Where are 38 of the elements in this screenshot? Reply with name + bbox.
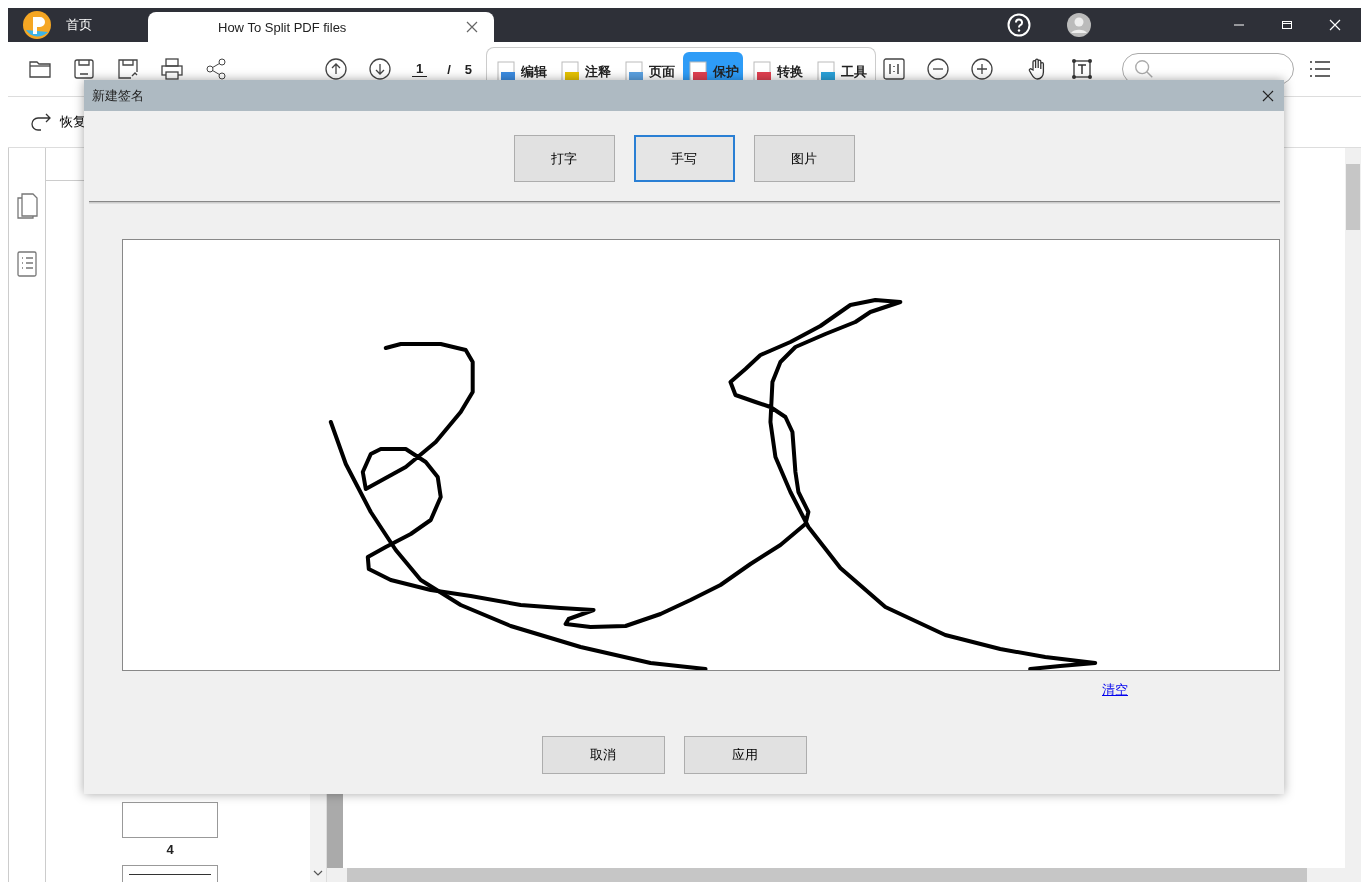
zoom-in-icon[interactable] [970,57,995,81]
page-number-label: 4 [166,842,174,857]
chevron-down-icon[interactable] [313,870,323,876]
text-select-icon[interactable] [1070,57,1095,81]
user-avatar-icon[interactable] [1067,13,1091,37]
app-logo-icon [22,10,52,40]
cancel-button[interactable]: 取消 [541,736,665,774]
arrow-down-icon[interactable] [368,57,392,81]
page-number-field[interactable]: 1 [412,61,428,77]
zoom-out-icon[interactable] [926,57,951,81]
fit-page-icon[interactable] [882,57,907,81]
document-tab[interactable]: How To Split PDF files [148,12,494,42]
total-pages: 5 [464,61,473,77]
page-thumbnail[interactable] [122,865,218,882]
page-separator: / [447,61,451,77]
scrollbar[interactable] [327,868,1361,882]
print-icon[interactable] [160,57,184,81]
page-thumbnail[interactable] [122,802,218,838]
clear-link[interactable]: 清空 [1102,681,1128,699]
scrollbar[interactable] [1345,148,1361,868]
arrow-up-icon[interactable] [324,57,348,81]
help-icon[interactable] [1007,13,1031,37]
mode-tab[interactable]: 图片 [753,135,855,182]
mode-tab[interactable]: 手写 [633,135,735,182]
close-icon[interactable] [1262,89,1274,102]
dialog-title: 新建签名 [92,86,144,105]
redo-button[interactable]: 恢复 [28,108,88,136]
document-tab[interactable]: 首页 [62,8,106,42]
outline-icon[interactable] [15,250,39,278]
apply-button[interactable]: 应用 [683,736,807,774]
pages-icon[interactable] [15,192,39,220]
maximize-icon[interactable] [1281,19,1293,31]
save-as-icon[interactable] [116,57,140,81]
close-icon[interactable] [466,21,478,33]
share-icon[interactable] [204,57,228,81]
save-icon[interactable] [72,57,96,81]
mode-tab[interactable]: 打字 [513,135,615,182]
signature-pad[interactable] [122,239,1280,671]
